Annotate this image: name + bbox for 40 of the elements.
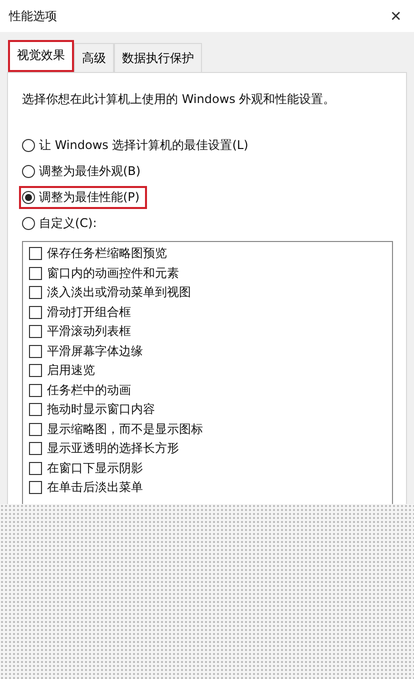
radio-button[interactable] — [22, 139, 35, 152]
window-title: 性能选项 — [9, 8, 57, 24]
checkbox[interactable] — [29, 422, 42, 436]
checkbox-label: 淡入淡出或滑动菜单到视图 — [47, 284, 191, 302]
checkbox-label: 启用速览 — [47, 362, 95, 380]
checkbox-label: 平滑屏幕字体边缘 — [47, 342, 143, 360]
checkbox[interactable] — [29, 306, 42, 319]
description-text: 选择你想在此计算机上使用的 Windows 外观和性能设置。 — [22, 91, 336, 108]
checkbox-label: 在单击后淡出菜单 — [47, 479, 143, 496]
checkbox-label: 保存任务栏缩略图预览 — [47, 245, 167, 262]
radio-button[interactable] — [22, 165, 35, 178]
checkbox[interactable] — [29, 325, 42, 338]
radio-option[interactable]: 让 Windows 选择计算机的最佳设置(L) — [19, 134, 256, 157]
checkbox[interactable] — [29, 247, 42, 260]
tab[interactable]: 视觉效果 — [8, 40, 74, 72]
checkbox[interactable] — [29, 266, 42, 280]
radio-option[interactable]: 调整为最佳性能(P) — [19, 186, 147, 209]
checkbox-label: 显示亚透明的选择长方形 — [47, 440, 179, 458]
checkbox-label: 显示缩略图，而不是显示图标 — [47, 420, 203, 438]
checkbox[interactable] — [29, 344, 42, 358]
checkbox-label: 窗口内的动画控件和元素 — [47, 264, 179, 282]
checkbox[interactable] — [29, 286, 42, 300]
checkbox-label: 平滑滚动列表框 — [47, 323, 131, 340]
checkbox-label: 滑动打开组合框 — [47, 304, 131, 321]
checkbox-label: 任务栏中的动画 — [47, 382, 131, 399]
tab[interactable]: 高级 — [74, 43, 114, 72]
radio-button[interactable] — [22, 217, 35, 230]
close-button[interactable]: ✕ — [386, 6, 406, 26]
radio-button[interactable] — [22, 191, 35, 204]
checkbox[interactable] — [29, 403, 42, 416]
checkbox[interactable] — [29, 481, 42, 494]
checkbox[interactable] — [29, 384, 42, 397]
radio-option[interactable]: 自定义(C): — [19, 212, 104, 235]
checkbox[interactable] — [29, 442, 42, 456]
checkbox-label: 拖动时显示窗口内容 — [47, 401, 155, 418]
checkbox[interactable] — [29, 364, 42, 378]
checkbox[interactable] — [29, 462, 42, 475]
radio-option[interactable]: 调整为最佳外观(B) — [19, 160, 148, 183]
checkbox-label: 在窗口下显示阴影 — [47, 460, 143, 477]
tab[interactable]: 数据执行保护 — [114, 43, 202, 72]
